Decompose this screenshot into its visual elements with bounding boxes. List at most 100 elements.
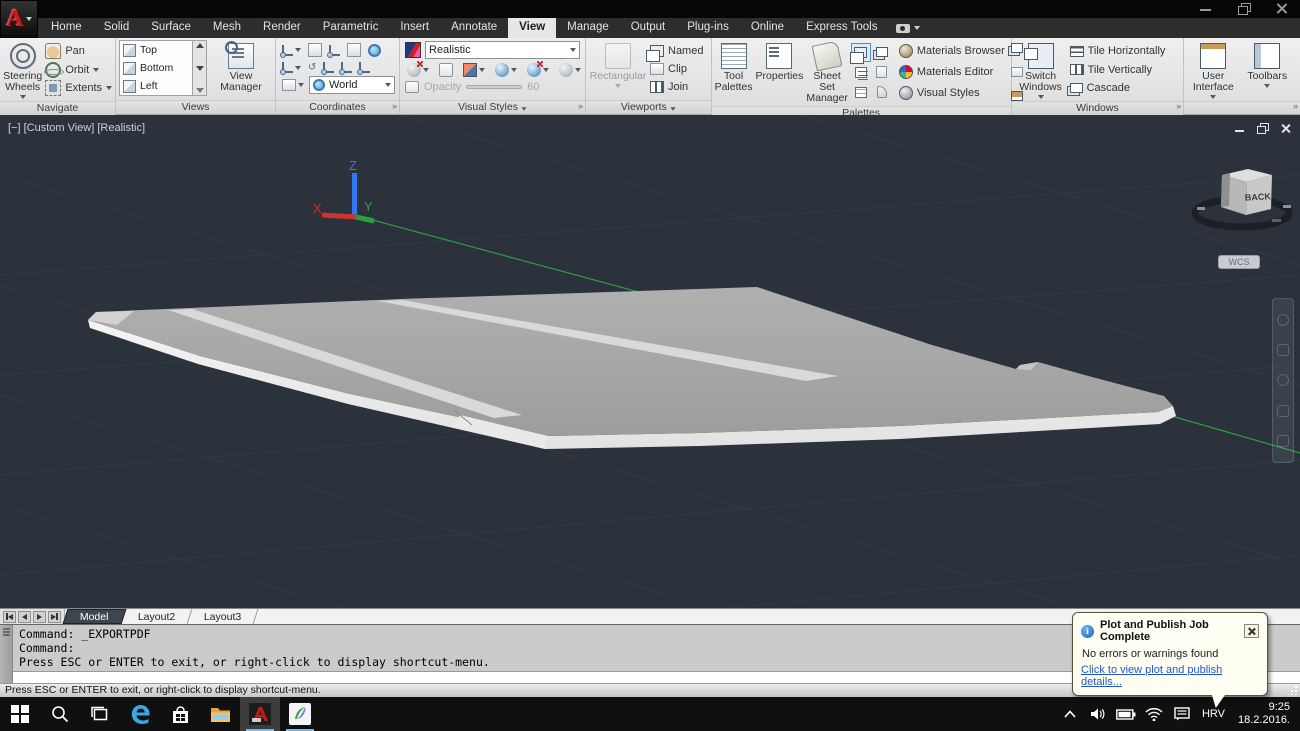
view-item-top[interactable]: Top (120, 41, 192, 59)
language-indicator[interactable]: HRV (1199, 708, 1228, 720)
command-window-grip[interactable] (0, 625, 13, 683)
ucs-previous-button[interactable] (280, 60, 303, 75)
view-item-bottom[interactable]: Bottom (120, 59, 192, 77)
tab-online[interactable]: Online (740, 18, 795, 38)
search-button[interactable] (40, 697, 80, 731)
notifications-icon[interactable] (1171, 702, 1193, 726)
viewport-clip-button[interactable]: Clip (650, 60, 703, 78)
viewport-maximize-button[interactable] (851, 43, 871, 62)
panel-expander-icon[interactable]: » (1176, 100, 1181, 113)
ucs-z-axis-button[interactable] (321, 60, 336, 75)
toolbars-button[interactable]: Toolbars (1242, 40, 1292, 99)
viewport-minimize-button[interactable] (1234, 123, 1246, 134)
viewport-named-button[interactable]: Named (650, 42, 703, 60)
panel-expander-icon[interactable]: » (392, 100, 397, 113)
panel-expander-icon[interactable]: » (578, 100, 583, 113)
count-palette-button[interactable] (851, 63, 871, 82)
feather-app-taskbar-button[interactable] (280, 697, 320, 731)
orbit-nav-icon[interactable] (1277, 405, 1289, 417)
scroll-end-icon[interactable] (196, 88, 204, 93)
prev-tab-button[interactable] (18, 611, 31, 623)
autocad-taskbar-button[interactable] (240, 697, 280, 731)
switch-windows-button[interactable]: Switch Windows (1015, 40, 1067, 99)
face-color-button[interactable] (461, 61, 487, 79)
tab-manage[interactable]: Manage (556, 18, 620, 38)
minimize-button[interactable] (1198, 2, 1214, 15)
steering-wheel-nav-icon[interactable] (1277, 314, 1289, 326)
extents-button[interactable]: Extents (45, 79, 112, 97)
tab-home[interactable]: Home (40, 18, 93, 38)
materials-editor-button[interactable]: Materials Editor (899, 63, 1005, 81)
orbit-button[interactable]: Orbit (45, 61, 112, 79)
file-explorer-button[interactable] (200, 697, 240, 731)
panel-label-coordinates[interactable]: Coordinates» (276, 100, 399, 114)
last-tab-button[interactable] (48, 611, 61, 623)
properties-button[interactable]: Properties (756, 40, 804, 104)
pan-nav-icon[interactable] (1277, 344, 1289, 356)
wifi-icon[interactable] (1143, 702, 1165, 726)
tab-mesh[interactable]: Mesh (202, 18, 252, 38)
start-button[interactable] (0, 697, 40, 731)
task-view-button[interactable] (80, 697, 120, 731)
materials-browser-button[interactable]: Materials Browser (899, 42, 1005, 60)
resize-grip-icon[interactable] (1288, 685, 1298, 695)
viewport-controls-label[interactable]: [−] [Custom View] [Realistic] (8, 122, 145, 134)
tool-palettes-button[interactable]: Tool Palettes (715, 40, 753, 104)
clock[interactable]: 9:25 18.2.2016. (1234, 701, 1294, 727)
tab-output[interactable]: Output (620, 18, 677, 38)
panel-label-windows[interactable]: Windows» (1012, 101, 1184, 115)
tab-model[interactable]: Model (63, 609, 126, 624)
tab-surface[interactable]: Surface (140, 18, 202, 38)
opacity-slider[interactable] (466, 85, 522, 89)
panel-label-visual-styles[interactable]: Visual Styles» (400, 100, 585, 114)
tab-parametric[interactable]: Parametric (312, 18, 390, 38)
calculator-button[interactable] (872, 63, 892, 82)
sheet-set-manager-button[interactable]: Sheet Set Manager (806, 40, 847, 104)
viewport-restore-button[interactable] (1257, 123, 1269, 134)
scroll-down-icon[interactable] (196, 66, 204, 71)
ucs-undo-button[interactable]: ↺ (306, 60, 318, 75)
ucs-named-button[interactable] (280, 43, 303, 58)
views-list-scrollbar[interactable] (193, 40, 207, 96)
volume-icon[interactable] (1087, 702, 1109, 726)
viewcube[interactable]: BACK (1195, 169, 1291, 227)
battery-icon[interactable] (1115, 702, 1137, 726)
tab-annotate[interactable]: Annotate (440, 18, 508, 38)
showmotion-nav-icon[interactable] (1277, 435, 1289, 447)
tab-layout2[interactable]: Layout2 (121, 609, 192, 624)
ucs-face-button[interactable] (345, 41, 363, 59)
steering-wheels-button[interactable]: Steering Wheels (3, 40, 42, 99)
edge-browser-button[interactable] (120, 697, 160, 731)
lighting-quality-button[interactable] (557, 61, 583, 79)
panel-label-navigate[interactable]: Navigate (0, 101, 115, 115)
tab-plugins[interactable]: Plug-ins (676, 18, 740, 38)
tab-render[interactable]: Render (252, 18, 312, 38)
tray-chevron-up-icon[interactable] (1059, 702, 1081, 726)
clipboard-button[interactable] (872, 83, 892, 102)
tab-solid[interactable]: Solid (93, 18, 141, 38)
application-menu-button[interactable]: A (0, 0, 38, 38)
view-manager-button[interactable]: View Manager (210, 40, 272, 98)
drawing-viewport[interactable]: X Y Z BACK [−] [Custom View] [Realistic] (0, 115, 1300, 608)
scroll-up-icon[interactable] (196, 43, 204, 48)
edge-effects-button[interactable] (405, 61, 431, 79)
ucs-icon-display-button[interactable] (280, 77, 306, 93)
panel-label-viewports[interactable]: Viewports (586, 100, 711, 114)
navigation-bar[interactable] (1272, 298, 1294, 463)
close-button[interactable] (1274, 2, 1290, 15)
panel-expander-icon[interactable]: » (1293, 100, 1298, 113)
view-item-left[interactable]: Left (120, 77, 192, 95)
ucs-view-button[interactable] (366, 42, 383, 59)
ucs-origin-button[interactable] (327, 43, 342, 58)
ribbon-options-button[interactable] (888, 18, 928, 38)
ucs-z-rotate-button[interactable] (339, 60, 354, 75)
tab-express-tools[interactable]: Express Tools (795, 18, 888, 38)
cascade-button[interactable]: Cascade (1070, 79, 1166, 97)
visual-styles-palette-button[interactable]: Visual Styles (899, 84, 1005, 102)
tab-view[interactable]: View (508, 18, 556, 38)
wcs-badge[interactable]: WCS (1218, 255, 1260, 269)
viewport-rectangular-button[interactable]: Rectangular (589, 40, 647, 98)
tile-vertically-button[interactable]: Tile Vertically (1070, 61, 1166, 79)
zoom-nav-icon[interactable] (1277, 374, 1289, 386)
tab-layout3[interactable]: Layout3 (188, 609, 259, 624)
